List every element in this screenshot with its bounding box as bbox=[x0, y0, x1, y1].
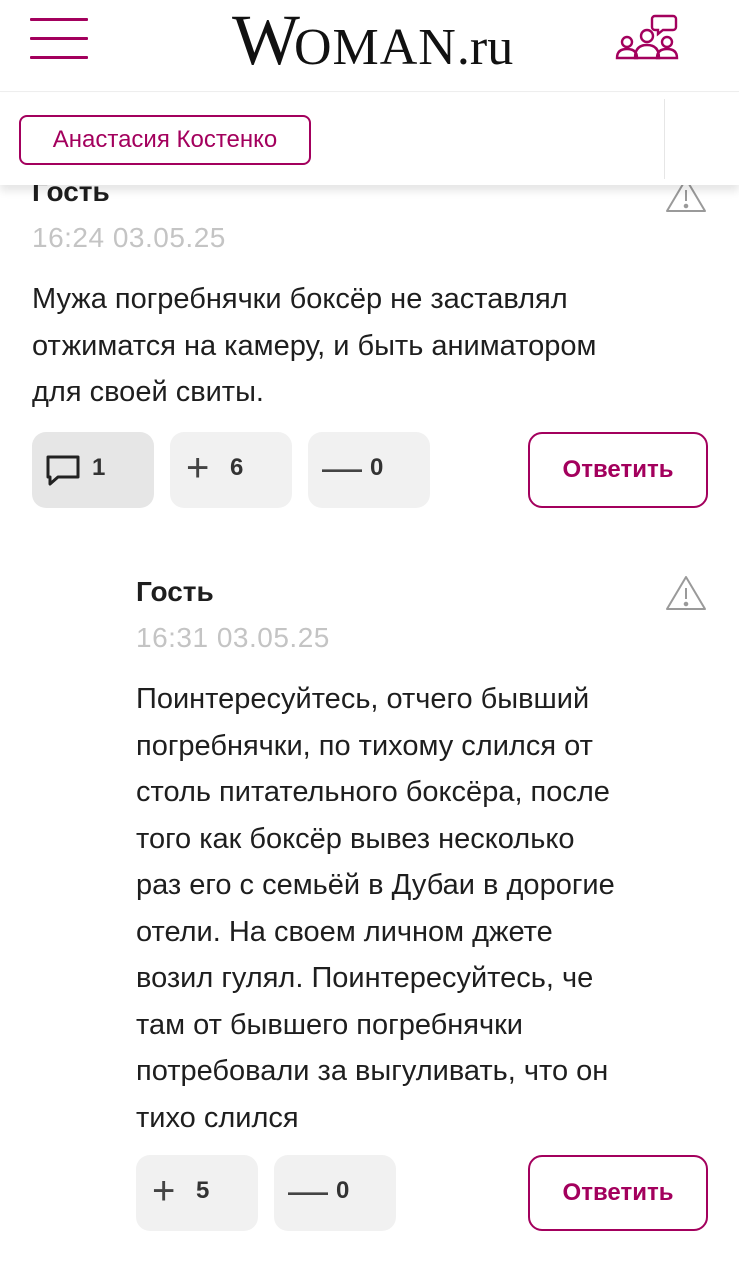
minus-icon: — bbox=[288, 1169, 328, 1213]
site-header: WOMAN.ru bbox=[0, 0, 739, 92]
comment-text-line: для своей свиты. bbox=[32, 376, 264, 408]
downvote-count: 0 bbox=[336, 1177, 350, 1204]
comment-text-line: того как боксёр вывез несколько bbox=[136, 822, 575, 855]
hamburger-line bbox=[30, 18, 88, 21]
comment-text-line: там от бывшего погребнячки bbox=[136, 1008, 523, 1041]
comment-text-line: тихо слился bbox=[136, 1101, 299, 1134]
comment-text-line: потребовали за выгуливать, что он bbox=[136, 1055, 609, 1087]
upvote-button[interactable]: + 5 bbox=[136, 1155, 258, 1231]
author-filter-bar: Анастасия Костенко bbox=[0, 93, 739, 185]
comment-text: Поинтересуйтесь, отчего бывший погребняч… bbox=[136, 676, 716, 1141]
comment-text-line: Мужа погребнячки боксёр не заставлял bbox=[32, 283, 568, 315]
comment-text-line: раз его с семьёй в Дубаи в дорогие bbox=[136, 869, 615, 901]
comment-text-line: отжиматся на камеру, и быть аниматором bbox=[32, 329, 597, 362]
comment-text-line: отели. На своем личном джете bbox=[136, 915, 553, 948]
comment-author: Гость bbox=[136, 576, 214, 607]
upvote-count: 6 bbox=[230, 454, 244, 481]
bar-divider bbox=[664, 99, 665, 179]
hamburger-line bbox=[30, 56, 88, 59]
comment-timestamp: 16:24 03.05.25 bbox=[32, 222, 226, 253]
comment-timestamp: 16:31 03.05.25 bbox=[136, 622, 330, 653]
downvote-button[interactable]: — 0 bbox=[308, 432, 430, 508]
downvote-count: 0 bbox=[370, 454, 384, 481]
comment-text-line: возил гулял. Поинтересуйтесь, че bbox=[136, 962, 594, 994]
comment-text: Мужа погребнячки боксёр не заставлял отж… bbox=[32, 276, 712, 416]
people-icon[interactable] bbox=[615, 12, 679, 64]
downvote-button[interactable]: — 0 bbox=[274, 1155, 396, 1231]
comment-text-line: погребнячки, по тихому слился от bbox=[136, 729, 593, 762]
speech-bubble-icon bbox=[44, 454, 82, 493]
replies-count: 1 bbox=[92, 454, 106, 481]
reply-button[interactable]: Ответить bbox=[528, 432, 708, 508]
logo-oman: OMAN bbox=[293, 19, 457, 76]
hamburger-line bbox=[30, 37, 88, 40]
plus-icon: + bbox=[186, 446, 210, 490]
logo-letter-w: W bbox=[232, 0, 300, 80]
plus-icon: + bbox=[152, 1169, 176, 1213]
comment-text-line: столь питательного боксёра, после bbox=[136, 776, 610, 808]
comment-text-line: Поинтересуйтесь, отчего бывший bbox=[136, 683, 590, 715]
reply-button[interactable]: Ответить bbox=[528, 1155, 708, 1231]
upvote-button[interactable]: + 6 bbox=[170, 432, 292, 508]
author-chip[interactable]: Анастасия Костенко bbox=[19, 115, 311, 165]
replies-count-button[interactable]: 1 bbox=[32, 432, 154, 508]
hamburger-menu-icon[interactable] bbox=[30, 18, 88, 60]
report-warning-icon[interactable] bbox=[664, 574, 708, 612]
upvote-count: 5 bbox=[196, 1177, 210, 1204]
site-logo[interactable]: WOMAN.ru bbox=[232, 4, 513, 76]
minus-icon: — bbox=[322, 446, 362, 490]
logo-ru: .ru bbox=[456, 19, 514, 76]
